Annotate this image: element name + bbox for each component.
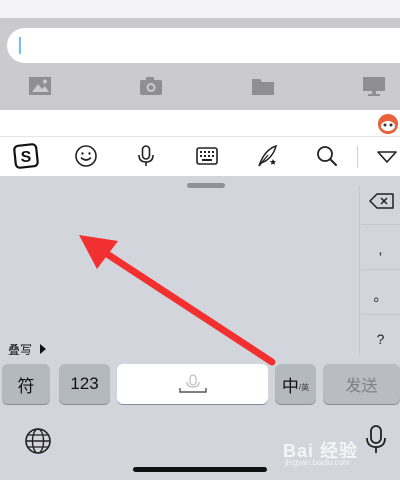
quill-icon[interactable] [254,143,280,169]
language-main-label: 中 [281,376,299,396]
watermark-url: jingyan.baidu.com [285,458,350,467]
toolbar-divider [357,146,358,168]
globe-icon[interactable] [23,426,53,456]
dictation-mic-icon[interactable] [365,424,387,456]
space-key[interactable] [117,364,268,404]
emoji-icon[interactable] [73,143,99,169]
language-sub-label: /英 [298,382,310,392]
keyboard-panel [0,176,400,480]
backspace-icon[interactable] [368,191,396,211]
image-icon[interactable] [26,74,54,98]
text-caret [19,37,21,54]
voice-space-icon [178,374,207,393]
keyboard-icon[interactable] [194,143,220,169]
avatar[interactable] [378,114,398,134]
search-icon[interactable] [314,143,340,169]
period-key[interactable]: 。 [361,286,400,306]
send-key[interactable]: 发送 [323,364,400,404]
drag-handle[interactable] [187,183,225,188]
top-strip [0,0,400,18]
sogou-logo-icon[interactable]: S [13,143,39,169]
desktop-icon[interactable] [360,74,388,98]
microphone-icon[interactable] [133,143,159,169]
suggestion-bar [0,110,400,136]
home-indicator[interactable] [133,467,267,472]
key-separator [361,269,400,270]
key-separator [361,314,400,315]
comma-key[interactable]: , [361,241,400,257]
collapse-icon[interactable] [374,143,400,169]
folder-icon[interactable] [249,74,277,98]
numbers-key[interactable]: 123 [59,364,110,404]
fold-arrow-icon [40,344,46,354]
fold-write-label[interactable]: 叠写 [8,341,32,358]
symbols-key[interactable]: 符 [2,364,50,404]
column-divider [359,186,360,354]
key-separator [361,224,400,225]
camera-icon[interactable] [137,74,165,98]
svg-text:S: S [21,149,32,166]
language-toggle-key[interactable]: 中/英 [275,364,316,404]
question-key[interactable]: ? [361,331,400,347]
message-input[interactable] [7,28,400,63]
